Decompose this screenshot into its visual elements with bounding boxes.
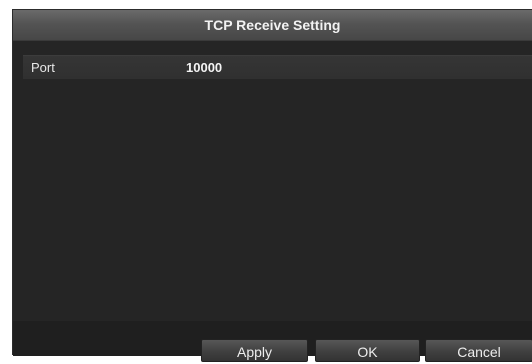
- dialog-button-bar: Apply OK Cancel: [13, 321, 532, 362]
- dialog-titlebar: TCP Receive Setting: [13, 10, 532, 41]
- dialog-content: Port 10000: [13, 41, 532, 321]
- apply-button[interactable]: Apply: [201, 339, 308, 362]
- tcp-receive-setting-dialog: TCP Receive Setting Port 10000 Apply OK …: [12, 9, 532, 362]
- port-label: Port: [31, 60, 55, 75]
- port-row[interactable]: Port 10000: [23, 55, 532, 79]
- port-field[interactable]: 10000: [186, 56, 222, 79]
- ok-button[interactable]: OK: [315, 339, 420, 362]
- dialog-title: TCP Receive Setting: [204, 17, 341, 33]
- cancel-button[interactable]: Cancel: [425, 339, 532, 362]
